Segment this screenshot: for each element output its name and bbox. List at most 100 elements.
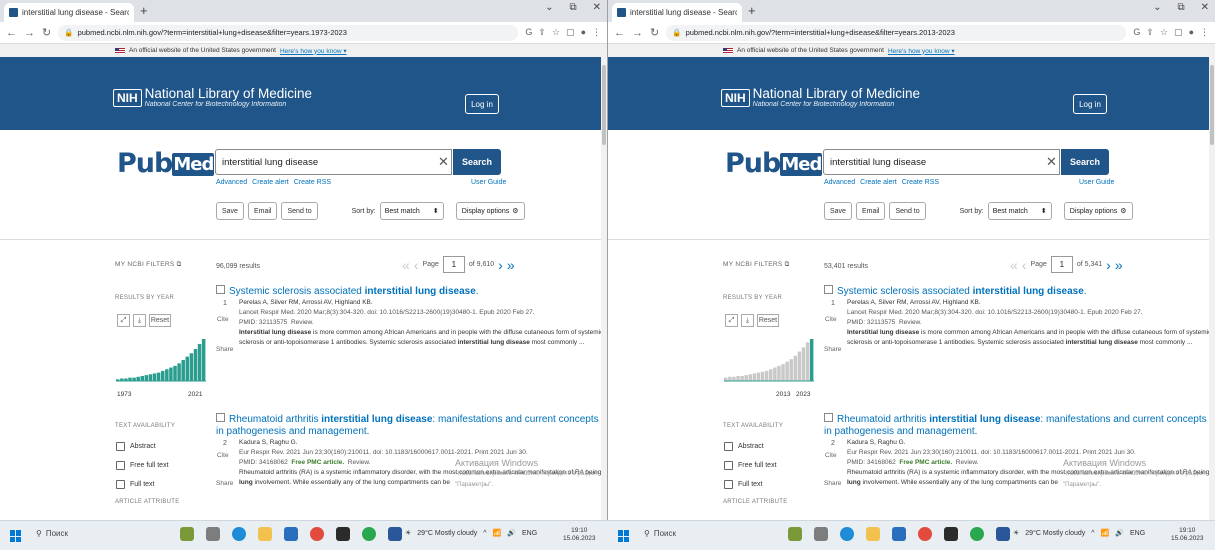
tray-chevron-icon[interactable]: ^ bbox=[1091, 530, 1094, 537]
page-input[interactable]: 1 bbox=[1050, 256, 1073, 273]
user-guide-link[interactable]: User Guide bbox=[1079, 179, 1114, 186]
app-icon-dark[interactable] bbox=[944, 527, 958, 541]
language-indicator[interactable]: ENG bbox=[522, 530, 537, 537]
sidepanel-icon[interactable]: ▢ bbox=[1174, 27, 1183, 38]
url-input[interactable]: 🔒 pubmed.ncbi.nlm.nih.gov/?term=intersti… bbox=[58, 24, 519, 41]
menu-icon[interactable]: ⋮ bbox=[592, 27, 601, 38]
histogram-bar[interactable] bbox=[165, 369, 169, 381]
article-title-link[interactable]: Rheumatoid arthritis interstitial lung d… bbox=[824, 413, 1214, 438]
histogram-bar[interactable] bbox=[132, 377, 136, 381]
google-icon[interactable]: G bbox=[1133, 27, 1140, 38]
login-button[interactable]: Log in bbox=[1073, 94, 1107, 114]
expand-chart-icon[interactable]: ⤢ bbox=[117, 314, 130, 327]
scrollbar-thumb[interactable] bbox=[602, 65, 606, 145]
save-button[interactable]: Save bbox=[216, 202, 244, 220]
histogram-bar[interactable] bbox=[781, 364, 785, 381]
abstract-checkbox[interactable] bbox=[116, 442, 125, 451]
chrome-icon[interactable] bbox=[362, 527, 376, 541]
gov-banner-link[interactable]: Here's how you know ▾ bbox=[888, 47, 955, 55]
histogram-bar[interactable] bbox=[769, 369, 773, 381]
histogram-bar[interactable] bbox=[756, 372, 761, 381]
histogram-bar[interactable] bbox=[785, 361, 789, 381]
create-alert-link[interactable]: Create alert bbox=[860, 179, 897, 186]
histogram-bar[interactable] bbox=[169, 367, 173, 381]
forward-icon[interactable]: → bbox=[24, 27, 35, 39]
edge-icon[interactable] bbox=[840, 527, 854, 541]
histogram-bar[interactable] bbox=[748, 374, 753, 381]
download-chart-icon[interactable]: ⤓ bbox=[741, 314, 754, 327]
google-icon[interactable]: G bbox=[525, 27, 532, 38]
reload-icon[interactable]: ↻ bbox=[42, 26, 51, 39]
histogram-bar[interactable] bbox=[801, 347, 806, 381]
free-full-text-filter[interactable]: Free full text bbox=[116, 461, 169, 470]
tray-chevron-icon[interactable]: ^ bbox=[483, 530, 486, 537]
taskbar-clock[interactable]: 19:10 15.06.2023 bbox=[1171, 527, 1204, 543]
gov-banner-link[interactable]: Here's how you know ▾ bbox=[280, 47, 347, 55]
article-checkbox[interactable] bbox=[824, 285, 833, 294]
login-button[interactable]: Log in bbox=[465, 94, 499, 114]
file-explorer-icon[interactable] bbox=[866, 527, 880, 541]
histogram-bar[interactable] bbox=[201, 339, 206, 381]
weather-text[interactable]: 29°C Mostly cloudy bbox=[1025, 530, 1085, 537]
url-input[interactable]: 🔒 pubmed.ncbi.nlm.nih.gov/?term=intersti… bbox=[666, 24, 1127, 41]
profile-icon[interactable]: ● bbox=[1189, 27, 1194, 38]
scrollbar-thumb[interactable] bbox=[1210, 65, 1214, 145]
bookmark-star-icon[interactable]: ☆ bbox=[552, 27, 560, 38]
search-input[interactable] bbox=[823, 149, 1060, 175]
histogram-bar[interactable] bbox=[809, 339, 814, 381]
share-icon[interactable]: ⇪ bbox=[1146, 27, 1154, 38]
wifi-icon[interactable]: 📶 bbox=[493, 529, 502, 537]
free-full-text-checkbox[interactable] bbox=[116, 461, 125, 470]
create-rss-link[interactable]: Create RSS bbox=[902, 179, 939, 186]
histogram-bar[interactable] bbox=[752, 373, 757, 381]
windows-start-icon[interactable] bbox=[10, 530, 22, 542]
task-view-icon[interactable] bbox=[206, 527, 220, 541]
next-page-icon[interactable]: › bbox=[498, 257, 503, 273]
article-title-link[interactable]: Systemic sclerosis associated interstiti… bbox=[824, 285, 1214, 298]
histogram-bar[interactable] bbox=[728, 376, 732, 381]
histogram-bar[interactable] bbox=[136, 376, 140, 381]
histogram-bar[interactable] bbox=[805, 342, 810, 381]
wifi-icon[interactable]: 📶 bbox=[1101, 529, 1110, 537]
bookmark-star-icon[interactable]: ☆ bbox=[1160, 27, 1168, 38]
volume-icon[interactable]: 🔊 bbox=[1115, 529, 1124, 537]
abstract-checkbox[interactable] bbox=[724, 442, 733, 451]
cite-button[interactable]: Cite bbox=[217, 452, 229, 459]
volume-icon[interactable]: 🔊 bbox=[507, 529, 516, 537]
save-button[interactable]: Save bbox=[824, 202, 852, 220]
full-text-filter[interactable]: Full text bbox=[116, 480, 155, 489]
histogram-bar[interactable] bbox=[764, 370, 769, 381]
histogram-bar[interactable] bbox=[152, 373, 157, 381]
clear-search-icon[interactable]: ✕ bbox=[1046, 154, 1057, 170]
search-input[interactable] bbox=[215, 149, 452, 175]
histogram-bar[interactable] bbox=[185, 356, 190, 381]
email-button[interactable]: Email bbox=[855, 202, 886, 220]
pubmed-logo[interactable]: PubMed® bbox=[725, 148, 830, 179]
reload-icon[interactable]: ↻ bbox=[650, 26, 659, 39]
histogram-bar[interactable] bbox=[144, 375, 149, 381]
download-chart-icon[interactable]: ⤓ bbox=[133, 314, 146, 327]
first-page-icon[interactable]: « bbox=[1010, 257, 1018, 273]
browser-tab[interactable]: interstitial lung disease - Search × bbox=[4, 3, 134, 22]
cite-button[interactable]: Cite bbox=[217, 316, 229, 323]
menu-icon[interactable]: ⋮ bbox=[1200, 27, 1209, 38]
new-tab-icon[interactable]: + bbox=[140, 3, 148, 18]
clear-search-icon[interactable]: ✕ bbox=[438, 154, 449, 170]
display-options-button[interactable]: Display options ⚙ bbox=[1063, 202, 1133, 220]
histogram-bar[interactable] bbox=[189, 353, 194, 381]
year-histogram[interactable] bbox=[116, 333, 206, 383]
histogram-bar[interactable] bbox=[181, 360, 185, 381]
back-icon[interactable]: ← bbox=[6, 27, 17, 39]
user-guide-link[interactable]: User Guide bbox=[471, 179, 506, 186]
histogram-bar[interactable] bbox=[777, 365, 781, 381]
pubmed-logo[interactable]: PubMed® bbox=[117, 148, 222, 179]
histogram-bar[interactable] bbox=[740, 375, 744, 381]
advanced-link[interactable]: Advanced bbox=[824, 179, 855, 186]
sort-select[interactable]: Best match ⬍ bbox=[987, 202, 1052, 220]
histogram-bar[interactable] bbox=[161, 370, 165, 381]
my-filters-link[interactable]: MY NCBI FILTERS ⧉ bbox=[723, 261, 790, 269]
share-button[interactable]: Share bbox=[216, 346, 233, 353]
opera-icon[interactable] bbox=[310, 527, 324, 541]
next-page-icon[interactable]: › bbox=[1106, 257, 1111, 273]
search-button[interactable]: Search bbox=[453, 149, 501, 175]
